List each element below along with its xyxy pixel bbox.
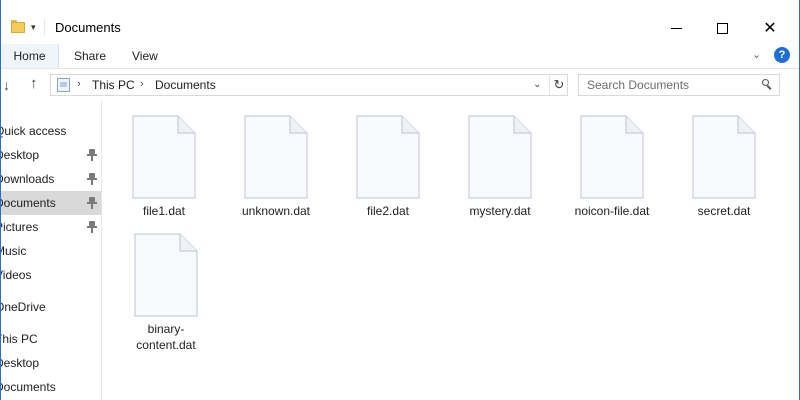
sidebar-item-label: Documents <box>1 380 56 394</box>
file-item[interactable]: mystery.dat <box>444 115 556 219</box>
title-bar[interactable]: ▾ Documents ✕ <box>1 0 799 44</box>
ribbon-expand-icon[interactable]: ⌄ <box>752 48 761 61</box>
sidebar-item-videos[interactable]: Videos <box>1 263 101 287</box>
navigation-bar: ↓ ↑ › This PC › Documents ⌄ ↻ <box>1 69 799 101</box>
maximize-icon <box>716 22 728 34</box>
title-separator <box>44 19 45 35</box>
up-arrow-icon[interactable]: ↑ <box>30 75 38 92</box>
help-icon[interactable]: ? <box>774 47 790 63</box>
sidebar-item-downloads[interactable]: Downloads <box>1 167 101 191</box>
refresh-icon: ↻ <box>553 77 565 92</box>
minimize-button[interactable] <box>653 12 699 44</box>
blank-document-icon <box>580 115 644 199</box>
file-name: binary-content.dat <box>136 322 196 352</box>
sidebar-item-label: Downloads <box>1 172 55 186</box>
pin-icon <box>87 173 97 185</box>
pin-icon <box>87 149 97 161</box>
sidebar-item-quick-access[interactable]: Quick access <box>1 119 101 143</box>
blank-document-icon <box>134 233 198 317</box>
search-box[interactable] <box>578 74 780 96</box>
breadcrumb-this-pc[interactable]: This PC <box>92 78 135 92</box>
sidebar-item-label: Quick access <box>1 124 67 138</box>
close-button[interactable]: ✕ <box>747 12 793 44</box>
maximize-button[interactable] <box>699 12 745 44</box>
close-icon: ✕ <box>763 20 777 37</box>
minimize-icon <box>670 27 682 29</box>
navigation-pane: Quick access Desktop Downloads Documents… <box>1 101 102 400</box>
file-item[interactable]: secret.dat <box>668 115 780 219</box>
file-item[interactable]: file1.dat <box>108 115 220 219</box>
ribbon-tab-bar: Home Share View ⌄ ? <box>1 44 799 69</box>
recent-locations-icon[interactable]: ↓ <box>3 77 10 93</box>
file-name: unknown.dat <box>241 204 311 218</box>
breadcrumb-separator[interactable]: › <box>77 78 81 90</box>
blank-document-icon <box>692 115 756 199</box>
sidebar-item-label: Music <box>1 244 27 258</box>
folder-icon <box>11 20 25 33</box>
sidebar-item-pictures[interactable]: Pictures <box>1 215 101 239</box>
search-icon[interactable] <box>762 79 772 90</box>
blank-document-icon <box>356 115 420 199</box>
sidebar-item-desktop[interactable]: Desktop <box>1 143 101 167</box>
tab-view[interactable]: View <box>132 49 158 63</box>
blank-document-icon <box>468 115 532 199</box>
sidebar-item-label: Desktop <box>1 148 40 162</box>
blank-document-icon <box>132 115 196 199</box>
address-bar[interactable]: › This PC › Documents ⌄ ↻ <box>50 74 568 96</box>
sidebar-item-label: Videos <box>1 268 32 282</box>
file-view[interactable]: file1.dat unknown.dat file2.dat mystery.… <box>102 101 799 400</box>
tab-home[interactable]: Home <box>1 44 59 68</box>
sidebar-item-label: Documents <box>1 196 56 210</box>
file-item[interactable]: file2.dat <box>332 115 444 219</box>
file-name: mystery.dat <box>469 204 531 218</box>
address-history-dropdown-icon[interactable]: ⌄ <box>533 79 541 90</box>
file-name: noicon-file.dat <box>574 204 650 218</box>
sidebar-item-music[interactable]: Music <box>1 239 101 263</box>
sidebar-item-label: Pictures <box>1 220 39 234</box>
sidebar-item-documents-pc[interactable]: Documents <box>1 375 101 399</box>
file-item[interactable]: unknown.dat <box>220 115 332 219</box>
sidebar-item-label: Desktop <box>1 356 40 370</box>
tab-share[interactable]: Share <box>74 49 106 63</box>
this-pc-icon <box>57 78 70 92</box>
window-title: Documents <box>55 20 121 35</box>
blank-document-icon <box>244 115 308 199</box>
file-name: secret.dat <box>697 204 751 218</box>
file-name: file2.dat <box>366 204 410 218</box>
sidebar-item-onedrive[interactable]: OneDrive <box>1 295 101 319</box>
sidebar-item-label: This PC <box>1 332 38 346</box>
breadcrumb-separator[interactable]: › <box>140 78 144 90</box>
refresh-button[interactable]: ↻ <box>549 75 568 95</box>
file-item[interactable]: binary-content.dat <box>116 233 216 353</box>
quick-access-toolbar-dropdown[interactable]: ▾ <box>31 22 36 32</box>
file-item[interactable]: noicon-file.dat <box>556 115 668 219</box>
breadcrumb-documents[interactable]: Documents <box>155 78 216 92</box>
pin-icon <box>87 197 97 209</box>
sidebar-item-desktop-pc[interactable]: Desktop <box>1 351 101 375</box>
sidebar-item-documents[interactable]: Documents <box>1 191 101 215</box>
sidebar-item-this-pc[interactable]: This PC <box>1 327 101 351</box>
sidebar-item-label: OneDrive <box>1 300 46 314</box>
pin-icon <box>87 221 97 233</box>
file-name: file1.dat <box>142 204 186 218</box>
search-input[interactable] <box>579 75 775 95</box>
